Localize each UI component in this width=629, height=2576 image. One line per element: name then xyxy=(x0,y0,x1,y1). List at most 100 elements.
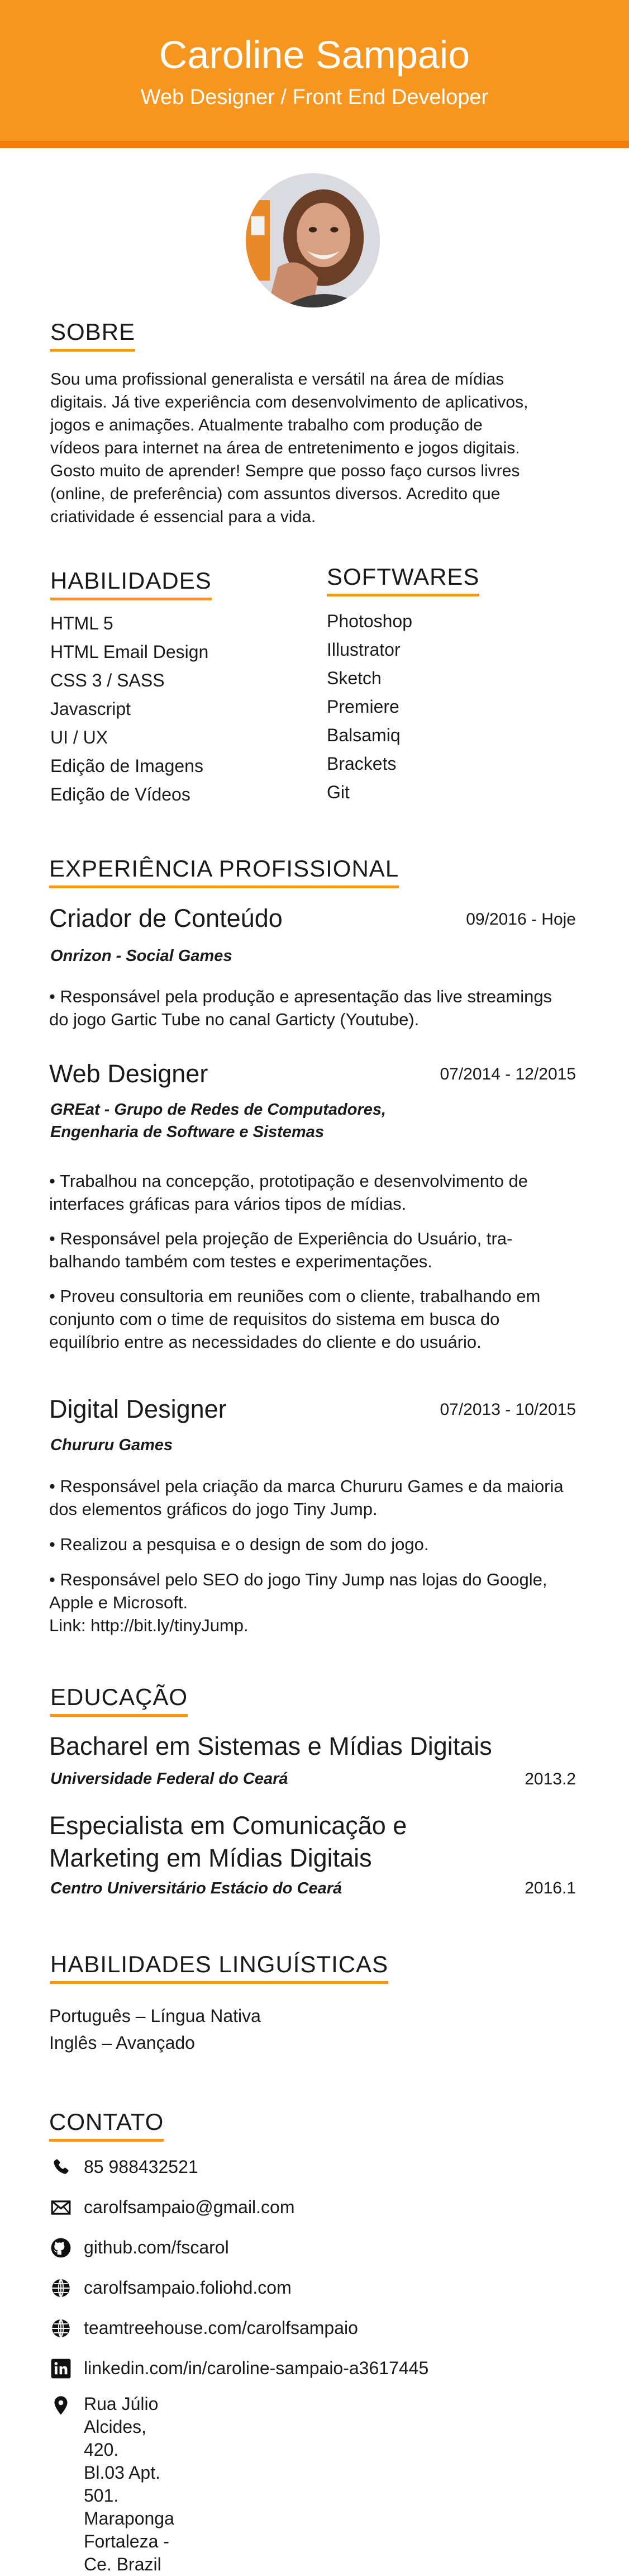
job-bullet: • Realizou a pesquisa e o design de som … xyxy=(49,1533,585,1556)
job-title: Criador de Conteúdo xyxy=(49,904,283,932)
job-title: Digital Designer xyxy=(49,1395,227,1423)
about-line: criatividade é essencial para a vida. xyxy=(50,508,316,526)
software-item: Photoshop xyxy=(327,611,413,631)
section-title-software: SOFTWARES xyxy=(327,564,480,596)
section-title-contact: CONTATO xyxy=(49,2109,164,2142)
bullet-line: • Realizou a pesquisa e o design de som … xyxy=(49,1535,429,1554)
section-title-skills: HABILIDADES xyxy=(50,567,212,600)
degree-title: Bacharel em Sistemas e Mídias Digitais xyxy=(49,1730,492,1763)
address-line: Fortaleza - Ce. Brazil xyxy=(84,2531,169,2574)
job-bullet: • Responsável pela produção e apresentaç… xyxy=(49,985,585,1031)
company-line: Chururu Games xyxy=(50,1436,173,1454)
bullet-line: • Trabalhou na concepção, prototipação e… xyxy=(49,1171,528,1191)
school-name: Universidade Federal do Ceará xyxy=(50,1770,288,1788)
globe-icon xyxy=(52,2279,70,2298)
job-date: 07/2013 - 10/2015 xyxy=(440,1400,576,1419)
section-title-experience: EXPERIÊNCIA PROFISSIONAL xyxy=(49,855,399,888)
degree-line: Especialista em Comunicação e xyxy=(49,1811,407,1840)
avatar-photo xyxy=(246,173,380,307)
bullet-line: • Responsável pela criação da marca Chur… xyxy=(49,1476,564,1496)
bullet-line: conjunto com o time de requisitos do sis… xyxy=(49,1309,500,1329)
linkedin-icon xyxy=(51,2359,71,2379)
language-item: Português – Língua Nativa xyxy=(49,2006,261,2026)
bullet-line: dos elementos gráficos do jogo Tiny Jump… xyxy=(49,1499,378,1519)
skill-item: UI / UX xyxy=(50,727,108,747)
bullet-line: Apple e Microsoft. xyxy=(49,1593,188,1612)
section-title-about: SOBRE xyxy=(50,319,136,352)
job-bullet: • Responsável pela projeção de Experiênc… xyxy=(49,1227,585,1273)
skill-item: Edição de Imagens xyxy=(50,756,203,776)
skill-item: CSS 3 / SASS xyxy=(50,670,165,690)
contact-text: carolfsampaio.foliohd.com xyxy=(84,2277,292,2298)
software-item: Premiere xyxy=(327,697,399,717)
section-title-languages: HABILIDADES LINGUÍSTICAS xyxy=(50,1951,389,1984)
mail-icon xyxy=(51,2200,71,2215)
skill-item: Javascript xyxy=(50,699,131,719)
bullet-line: Link: http://bit.ly/tinyJump. xyxy=(49,1616,249,1635)
language-item: Inglês – Avançado xyxy=(49,2033,195,2053)
bullet-line: • Responsável pela produção e apresentaç… xyxy=(49,987,552,1006)
degree-title: Especialista em Comunicação e Marketing … xyxy=(49,1810,407,1874)
about-text: Sou uma profissional generalista e versá… xyxy=(50,368,587,528)
about-line: Gosto muito de aprender! Sempre que poss… xyxy=(50,462,520,480)
job-bullet: • Responsável pelo SEO do jogo Tiny Jump… xyxy=(49,1568,585,1637)
contact-text: carolfsampaio@gmail.com xyxy=(84,2197,295,2217)
software-item: Illustrator xyxy=(327,640,401,660)
software-item: Sketch xyxy=(327,668,382,688)
degree-date: 2013.2 xyxy=(525,1770,576,1788)
contact-text: teamtreehouse.com/carolfsampaio xyxy=(84,2318,358,2338)
avatar xyxy=(246,173,380,307)
phone-icon xyxy=(54,2159,69,2174)
section-title-education: EDUCAÇÃO xyxy=(50,1684,188,1717)
company-line: GREat - Grupo de Redes de Computadores, xyxy=(50,1101,387,1119)
address-text: Rua Júlio Alcides, 420. Bl.03 Apt. 501. … xyxy=(84,2393,174,2576)
software-item: Balsamiq xyxy=(327,725,401,745)
job-bullet: • Trabalhou na concepção, prototipação e… xyxy=(49,1169,585,1215)
school-name: Centro Universitário Estácio do Ceará xyxy=(50,1879,342,1897)
skill-item: HTML 5 xyxy=(50,613,113,633)
bullet-line: • Proveu consultoria em reuniões com o c… xyxy=(49,1286,541,1306)
degree-line: Marketing em Mídias Digitais xyxy=(49,1844,372,1872)
job-date: 09/2016 - Hoje xyxy=(466,910,576,929)
person-name: Caroline Sampaio xyxy=(159,33,470,77)
resume-header: Caroline Sampaio Web Designer / Front En… xyxy=(0,0,629,148)
job-date: 07/2014 - 12/2015 xyxy=(440,1065,576,1083)
software-list: Photoshop Illustrator Sketch Premiere Ba… xyxy=(327,607,561,807)
contact-text: github.com/fscarol xyxy=(84,2237,229,2257)
contact-text: 85 988432521 xyxy=(84,2157,198,2177)
skill-item: Edição de Vídeos xyxy=(50,784,190,804)
job-bullet: • Proveu consultoria em reuniões com o c… xyxy=(49,1285,585,1353)
about-line: vídeos para internet na área de entreten… xyxy=(50,439,520,457)
job-title: Web Designer xyxy=(49,1059,208,1088)
job-company: Chururu Games xyxy=(50,1434,173,1456)
github-icon xyxy=(51,2238,71,2258)
job-company: Onrizon - Social Games xyxy=(50,945,232,967)
languages-list: Português – Língua Nativa Inglês – Avanç… xyxy=(49,2002,552,2056)
job-bullet: • Responsável pela criação da marca Chur… xyxy=(49,1475,585,1521)
bullet-line: balhando também com testes e experimenta… xyxy=(49,1252,432,1271)
company-line: Engenharia de Software e Sistemas xyxy=(50,1123,324,1141)
address-line: Rua Júlio Alcides, 420. xyxy=(84,2394,159,2460)
person-role: Web Designer / Front End Developer xyxy=(140,86,489,109)
bullet-line: interfaces gráficas para vários tipos de… xyxy=(49,1194,407,1214)
software-item: Git xyxy=(327,782,350,802)
bullet-line: equilíbrio entre as necessidades do clie… xyxy=(49,1332,482,1352)
contact-text: linkedin.com/in/caroline-sampaio-a361744… xyxy=(84,2358,429,2378)
address-line: Bl.03 Apt. 501. Maraponga xyxy=(84,2463,174,2528)
degree-line: Bacharel em Sistemas e Mídias Digitais xyxy=(49,1732,492,1760)
software-item: Brackets xyxy=(327,754,397,774)
about-line: (online, de preferência) com assuntos di… xyxy=(50,485,501,503)
skills-list: HTML 5 HTML Email Design CSS 3 / SASS Ja… xyxy=(50,609,285,809)
globe-icon xyxy=(52,2319,70,2338)
about-line: digitais. Já tive experiência com desenv… xyxy=(50,393,528,411)
about-line: Sou uma profissional generalista e versá… xyxy=(50,370,504,389)
job-company: GREat - Grupo de Redes de Computadores, … xyxy=(50,1098,386,1143)
bullet-line: do jogo Gartic Tube no canal Garticty (Y… xyxy=(49,1010,420,1029)
bullet-line: • Responsável pela projeção de Experiênc… xyxy=(49,1229,513,1248)
location-pin-icon xyxy=(54,2396,68,2415)
bullet-line: • Responsável pelo SEO do jogo Tiny Jump… xyxy=(49,1570,547,1589)
company-line: Onrizon - Social Games xyxy=(50,947,232,965)
degree-date: 2016.1 xyxy=(525,1879,576,1897)
about-line: jogos e animações. Atualmente trabalho c… xyxy=(50,416,483,434)
skill-item: HTML Email Design xyxy=(50,642,209,662)
